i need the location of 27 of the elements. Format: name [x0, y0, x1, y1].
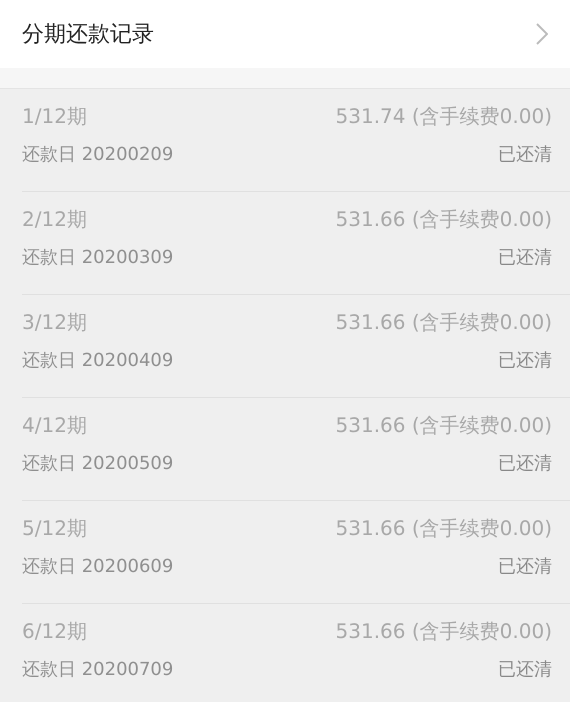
installment-amount: 531.66 (含手续费0.00) — [336, 309, 552, 336]
installment-period: 2/12期 — [22, 206, 88, 233]
repayment-date: 还款日 20200509 — [22, 452, 174, 475]
installment-period: 5/12期 — [22, 515, 88, 542]
repayment-status: 已还清 — [497, 246, 552, 269]
chevron-right-icon — [536, 23, 548, 45]
repayment-status: 已还清 — [497, 143, 552, 166]
repayment-date: 还款日 20200309 — [22, 246, 174, 269]
installment-amount: 531.66 (含手续费0.00) — [336, 618, 552, 645]
installment-amount: 531.66 (含手续费0.00) — [336, 412, 552, 439]
installment-period: 6/12期 — [22, 618, 88, 645]
repayment-date: 还款日 20200409 — [22, 349, 174, 372]
installment-period: 3/12期 — [22, 309, 88, 336]
repayment-status: 已还清 — [497, 349, 552, 372]
installment-period: 4/12期 — [22, 412, 88, 439]
repayment-status: 已还清 — [497, 555, 552, 578]
installment-amount: 531.66 (含手续费0.00) — [336, 515, 552, 542]
installment-amount: 531.74 (含手续费0.00) — [336, 103, 552, 130]
repayment-date: 还款日 20200209 — [22, 143, 174, 166]
installment-period: 1/12期 — [22, 103, 88, 130]
header-title: 分期还款记录 — [22, 21, 154, 49]
repayment-status: 已还清 — [497, 452, 552, 475]
installment-amount: 531.66 (含手续费0.00) — [336, 206, 552, 233]
header-bar[interactable]: 分期还款记录 — [0, 0, 570, 68]
repayment-status: 已还清 — [497, 658, 552, 681]
repayment-date: 还款日 20200709 — [22, 658, 174, 681]
repayment-date: 还款日 20200609 — [22, 555, 174, 578]
